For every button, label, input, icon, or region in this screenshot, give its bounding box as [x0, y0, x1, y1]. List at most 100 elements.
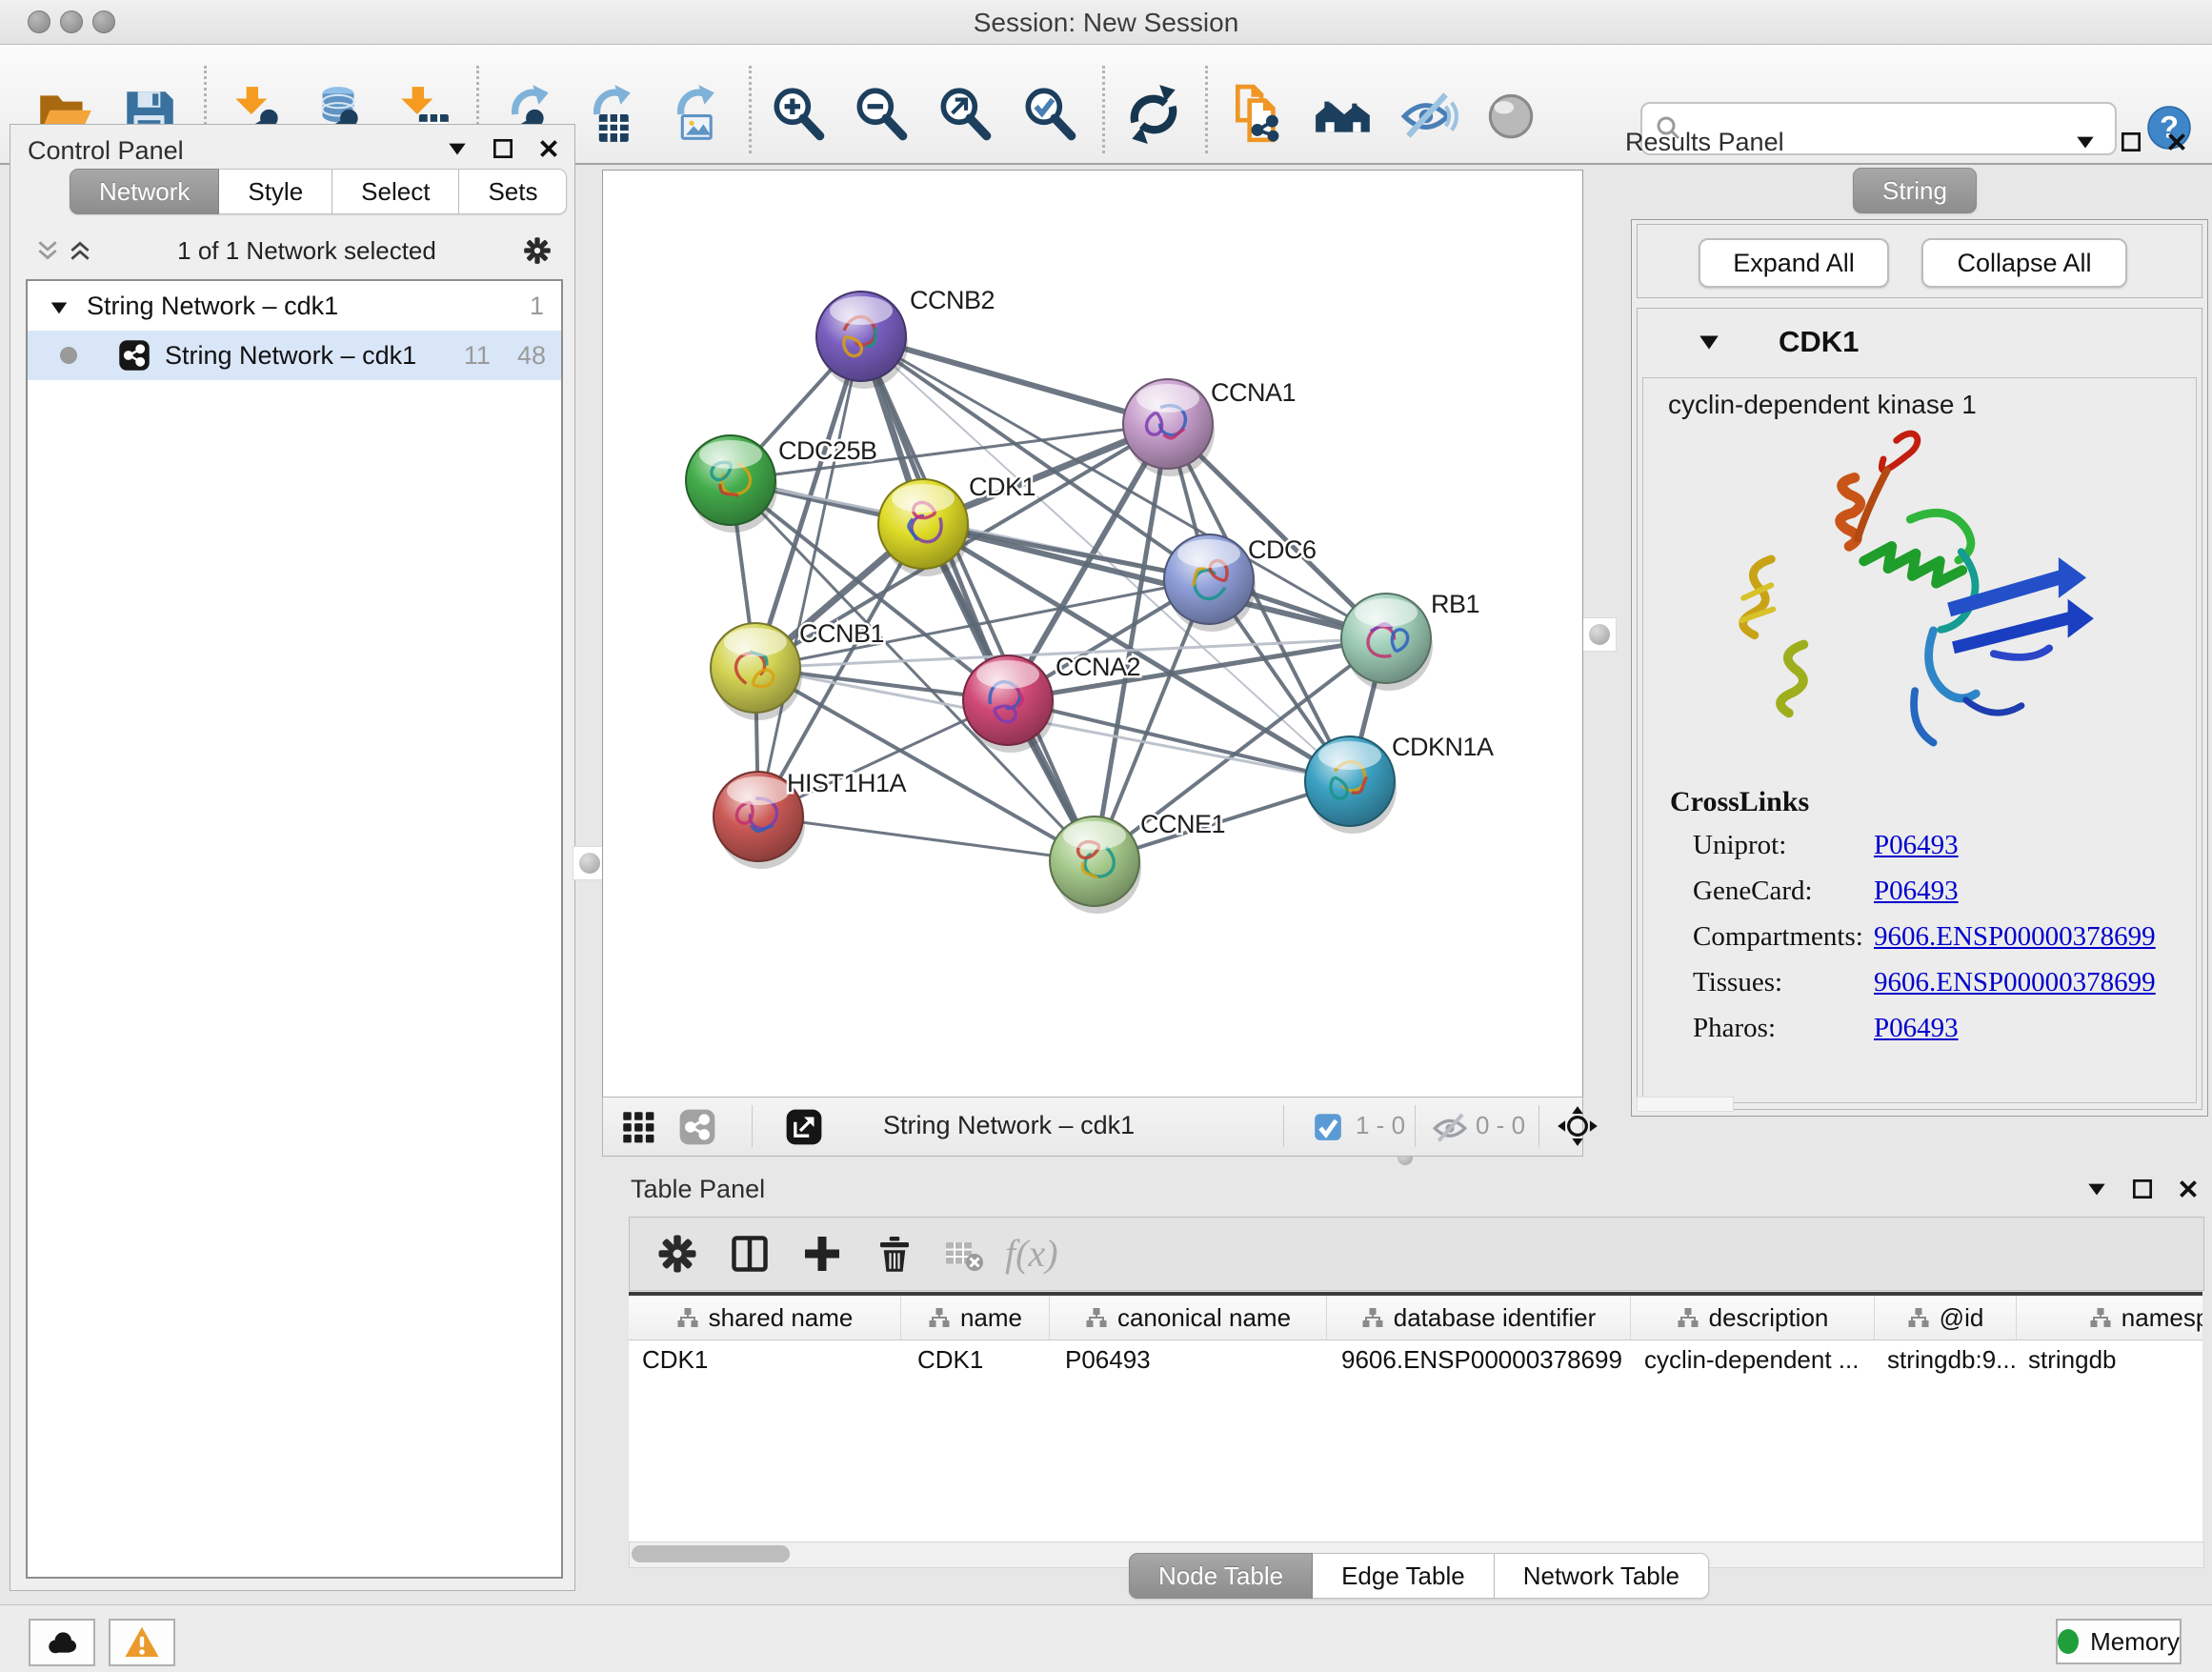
network-node-CDK1[interactable] [878, 479, 970, 576]
refresh-network-view-button[interactable] [1122, 83, 1185, 146]
close-panel-icon[interactable] [2164, 130, 2189, 154]
node-label-CCNA2: CCNA2 [1056, 653, 1140, 681]
close-panel-icon[interactable] [536, 136, 561, 161]
crosslink-link[interactable]: P06493 [1874, 1013, 1959, 1043]
zoom-in-button[interactable] [767, 83, 830, 146]
add-column-icon[interactable] [799, 1231, 845, 1277]
selected-checkbox-icon[interactable] [1312, 1111, 1344, 1143]
hide-selected-button[interactable] [1397, 83, 1459, 146]
memory-button[interactable]: Memory [2056, 1619, 2182, 1664]
column-header-database-identifier[interactable]: database identifier [1327, 1296, 1631, 1340]
grid-view-icon[interactable] [618, 1107, 658, 1147]
crosslinks-list: Uniprot:P06493GeneCard:P06493Compartment… [1693, 830, 2156, 1058]
table-cell: 9606.ENSP00000378699 [1324, 1340, 1627, 1379]
table-body: CDK1CDK1P064939606.ENSP00000378699cyclin… [629, 1340, 2202, 1379]
show-all-button[interactable] [1479, 83, 1542, 146]
column-header-name[interactable]: name [901, 1296, 1050, 1340]
network-node-CCNB1[interactable] [711, 623, 802, 720]
birds-eye-view-icon[interactable] [1556, 1104, 1599, 1148]
network-collection-row[interactable]: String Network – cdk1 1 [28, 281, 561, 331]
tab-string[interactable]: String [1853, 168, 1977, 213]
tab-node-table[interactable]: Node Table [1129, 1553, 1313, 1599]
crosslinks-heading: CrossLinks [1670, 786, 1809, 818]
tree-expander-icon[interactable] [49, 295, 70, 316]
network-node-CCNE1[interactable] [1050, 816, 1141, 914]
network-node-RB1[interactable] [1341, 594, 1433, 691]
export-image-button[interactable] [657, 83, 720, 146]
float-panel-icon[interactable] [2119, 130, 2143, 154]
column-header-canonical-name[interactable]: canonical name [1050, 1296, 1327, 1340]
hidden-eye-slash-icon[interactable] [1430, 1107, 1470, 1147]
separator [1415, 1105, 1416, 1147]
crosslink-link[interactable]: 9606.ENSP00000378699 [1874, 921, 2156, 952]
gear-icon[interactable] [521, 234, 553, 267]
table-cell: stringdb:9... [1870, 1340, 2011, 1379]
network-from-selection-button[interactable] [1228, 83, 1291, 146]
tab-style[interactable]: Style [219, 169, 332, 214]
node-label-CCNE1: CCNE1 [1140, 810, 1225, 838]
tab-edge-table[interactable]: Edge Table [1313, 1553, 1495, 1599]
zoom-selected-region-button[interactable] [1018, 83, 1081, 146]
entry-expander-icon[interactable] [1697, 330, 1721, 354]
zoom-fit-content-icon [934, 83, 996, 146]
collapse-panel-icon[interactable] [2073, 130, 2098, 154]
crosslink-link[interactable]: 9606.ENSP00000378699 [1874, 967, 2156, 997]
window-title: Session: New Session [0, 8, 2212, 38]
collapse-panel-icon[interactable] [2084, 1177, 2109, 1201]
network-canvas[interactable]: CCNB2CCNA1CDC25BCDK1CDC6RB1CCNB1CCNA2CDK… [602, 170, 1583, 1098]
export-table-button[interactable] [573, 83, 636, 146]
collapse-all-networks-icon[interactable] [35, 238, 60, 263]
column-header-shared-name[interactable]: shared name [629, 1296, 901, 1340]
tab-select[interactable]: Select [332, 169, 459, 214]
node-label-CCNB2: CCNB2 [910, 286, 995, 314]
open-in-new-window-icon[interactable] [784, 1107, 824, 1147]
table-hscrollbar-thumb[interactable] [632, 1545, 790, 1562]
float-panel-icon[interactable] [2130, 1177, 2155, 1201]
refresh-network-view-icon [1122, 83, 1185, 146]
separator [752, 1105, 753, 1147]
results-hscrollbar[interactable] [1637, 1097, 1734, 1112]
network-node-CDC6[interactable] [1164, 534, 1256, 632]
table-settings-gear-icon[interactable] [654, 1231, 700, 1277]
share-view-icon[interactable] [677, 1107, 717, 1147]
warnings-button[interactable] [109, 1619, 175, 1666]
warning-icon [123, 1623, 161, 1662]
tab-network-table[interactable]: Network Table [1495, 1553, 1709, 1599]
crosslink-link[interactable]: P06493 [1874, 876, 1959, 906]
close-panel-icon[interactable] [2176, 1177, 2201, 1201]
node-label-CDC25B: CDC25B [778, 436, 877, 465]
tab-sets[interactable]: Sets [459, 169, 567, 214]
delete-column-trash-icon[interactable] [872, 1231, 917, 1277]
table-row[interactable]: CDK1CDK1P064939606.ENSP00000378699cyclin… [629, 1340, 2202, 1379]
control-panel-controls [445, 136, 561, 161]
network-row[interactable]: String Network – cdk1 11 48 [28, 331, 561, 380]
collapse-panel-icon[interactable] [445, 136, 470, 161]
table-header-row: shared namenamecanonical namedatabase id… [629, 1296, 2202, 1340]
protein-structure-image [1710, 422, 2129, 830]
collapse-all-button[interactable]: Collapse All [1921, 238, 2127, 288]
cloud-button[interactable] [29, 1619, 95, 1666]
float-panel-icon[interactable] [491, 136, 515, 161]
tab-network[interactable]: Network [70, 169, 219, 214]
column-header-description[interactable]: description [1631, 1296, 1875, 1340]
network-node-CDC25B[interactable] [686, 435, 777, 533]
node-label-CDC6: CDC6 [1248, 535, 1317, 564]
gene-entry-header[interactable]: CDK1 [1638, 309, 2202, 377]
node-label-CDKN1A: CDKN1A [1392, 733, 1494, 761]
hidden-counts: 0 - 0 [1476, 1111, 1525, 1140]
network-view-toolbar: String Network – cdk1 1 - 0 0 - 0 [602, 1097, 1583, 1157]
column-header-label: description [1709, 1303, 1829, 1333]
network-node-CDKN1A[interactable] [1305, 736, 1397, 834]
column-header-namespace[interactable]: namespace [2017, 1296, 2202, 1340]
zoom-out-button[interactable] [850, 83, 913, 146]
show-columns-icon[interactable] [727, 1231, 773, 1277]
network-node-CCNB2[interactable] [816, 292, 908, 389]
first-neighbors-button[interactable] [1313, 83, 1376, 146]
expand-all-button[interactable]: Expand All [1699, 238, 1889, 288]
network-graph[interactable]: CCNB2CCNA1CDC25BCDK1CDC6RB1CCNB1CCNA2CDK… [603, 171, 1582, 1097]
zoom-fit-content-button[interactable] [934, 83, 996, 146]
network-node-CCNA1[interactable] [1123, 379, 1215, 476]
column-header-@id[interactable]: @id [1875, 1296, 2017, 1340]
expand-all-networks-icon[interactable] [68, 238, 92, 263]
crosslink-link[interactable]: P06493 [1874, 830, 1959, 860]
